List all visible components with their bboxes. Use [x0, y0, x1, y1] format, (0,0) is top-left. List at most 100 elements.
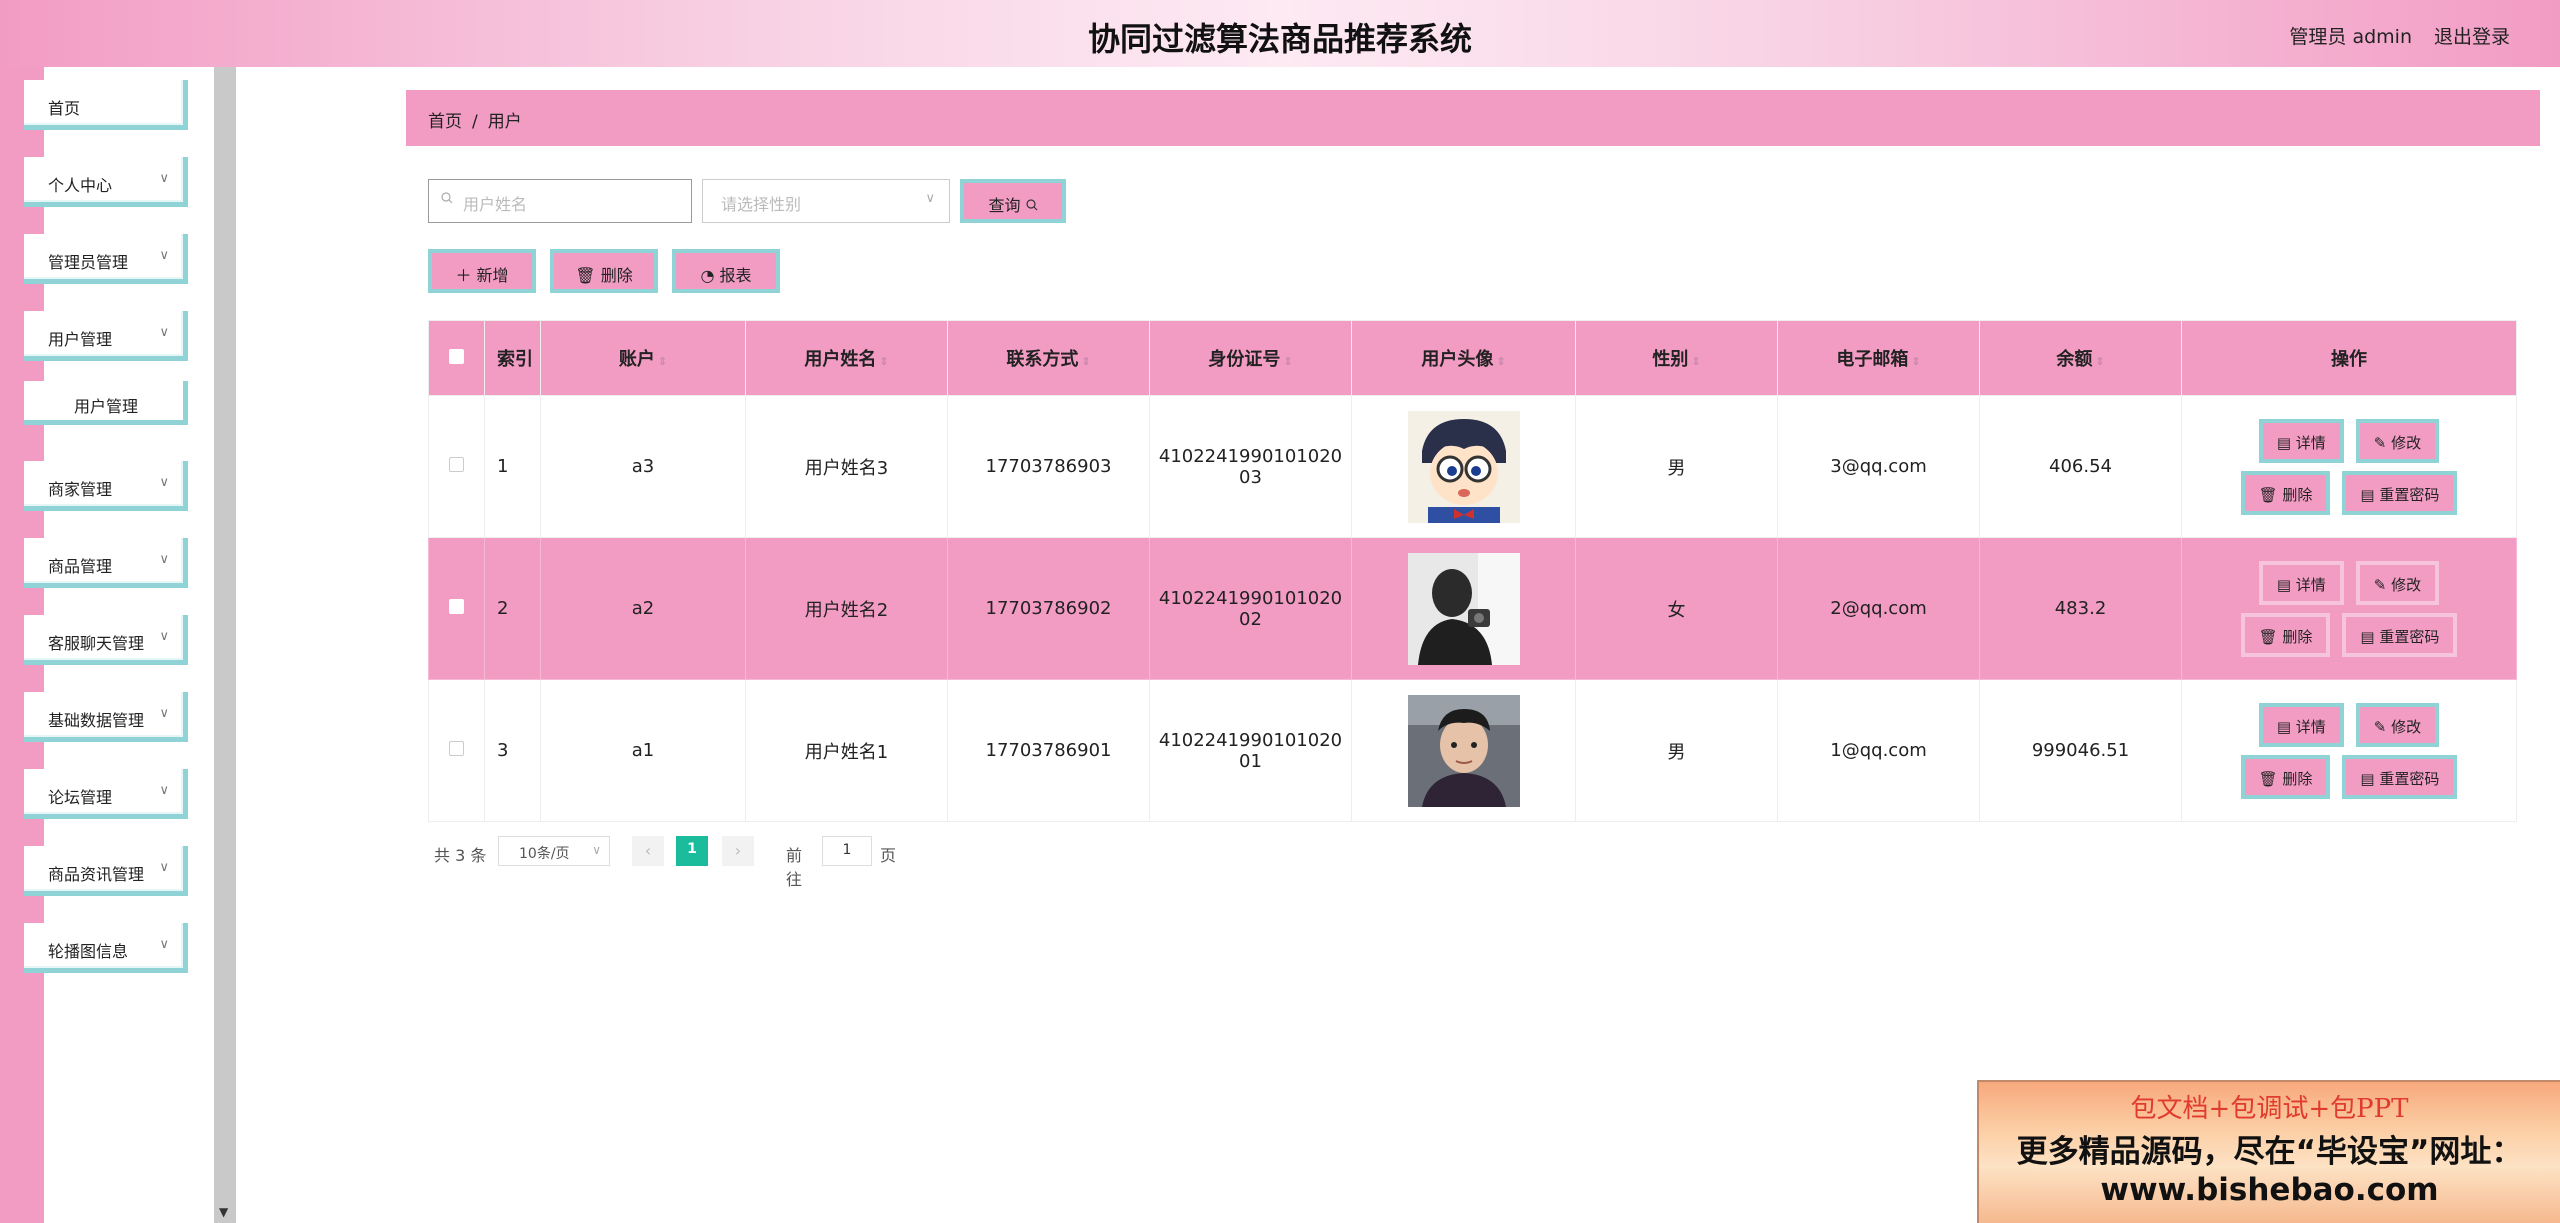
sidebar-item[interactable]: 用户管理 ∨: [24, 311, 188, 361]
sidebar-item[interactable]: 个人中心 ∨: [24, 157, 188, 207]
sort-icon[interactable]: ⇕: [1691, 355, 1700, 368]
reset-password-button[interactable]: ▤ 重置密码: [2342, 612, 2458, 657]
sidebar-scrollbar[interactable]: ▼: [214, 67, 236, 1223]
avatar-image[interactable]: [1352, 552, 1575, 665]
sidebar-item[interactable]: 客服聊天管理 ∨: [24, 615, 188, 665]
column-header-id[interactable]: 身份证号 ⇕: [1149, 320, 1352, 396]
chevron-left-icon: ‹: [644, 841, 652, 860]
next-page-button[interactable]: ›: [722, 836, 754, 866]
chevron-down-icon: ∨: [159, 937, 169, 952]
ad-banner[interactable]: 包文档+包调试+包PPT 更多精品源码，尽在“毕设宝”网址： www.bishe…: [1977, 1080, 2560, 1223]
column-header-balance[interactable]: 余额 ⇕: [1979, 320, 2182, 396]
edit-button[interactable]: ✎ 修改: [2355, 702, 2440, 747]
sidebar-item[interactable]: 商品资讯管理 ∨: [24, 846, 188, 896]
sidebar-item[interactable]: 管理员管理 ∨: [24, 234, 188, 284]
cell-gender: 男: [1575, 679, 1778, 822]
ad-url: www.bishebao.com: [2100, 1172, 2439, 1208]
sidebar-item[interactable]: 首页: [24, 80, 188, 130]
sidebar-item[interactable]: 基础数据管理 ∨: [24, 692, 188, 742]
goto-suffix-label: 页: [880, 846, 897, 865]
reset-password-button[interactable]: ▤ 重置密码: [2342, 470, 2458, 515]
document-icon: ▤: [2276, 433, 2296, 452]
query-button[interactable]: 查询: [960, 179, 1066, 223]
cell-name: 用户姓名2: [745, 537, 948, 680]
gender-select-placeholder: 请选择性别: [721, 195, 802, 214]
cell-email: 1@qq.com: [1777, 679, 1980, 822]
column-header-name[interactable]: 用户姓名 ⇕: [745, 320, 948, 396]
search-icon: [441, 192, 453, 208]
select-all-checkbox[interactable]: [428, 320, 485, 396]
ad-line-1: 包文档+包调试+包PPT: [2130, 1094, 2409, 1124]
sort-icon[interactable]: ⇕: [658, 355, 667, 368]
cell-actions: ▤ 详情 ✎ 修改 🗑 删除 ▤ 重置密码: [2181, 679, 2517, 822]
query-button-label: 查询: [988, 196, 1021, 215]
cell-account: a3: [540, 395, 746, 538]
sort-icon[interactable]: ⇕: [1911, 355, 1920, 368]
column-header-email[interactable]: 电子邮箱 ⇕: [1777, 320, 1980, 396]
sidebar-item[interactable]: 论坛管理 ∨: [24, 769, 188, 819]
edit-button-label: 修改: [2391, 575, 2422, 594]
chevron-down-icon: ∨: [159, 325, 169, 340]
sidebar-subitem-label: 用户管理: [74, 397, 139, 416]
column-header-account[interactable]: 账户 ⇕: [540, 320, 746, 396]
row-checkbox[interactable]: [428, 395, 485, 538]
delete-button[interactable]: 🗑 删除: [550, 249, 658, 293]
column-header-phone[interactable]: 联系方式 ⇕: [947, 320, 1150, 396]
report-button[interactable]: ◔ 报表: [672, 249, 780, 293]
sort-icon[interactable]: ⇕: [879, 355, 888, 368]
sidebar-item[interactable]: 商家管理 ∨: [24, 461, 188, 511]
ad-line-2: 更多精品源码，尽在“毕设宝”网址：: [2016, 1134, 2523, 1170]
sidebar-item[interactable]: 轮播图信息 ∨: [24, 923, 188, 973]
trash-icon: 🗑: [2258, 485, 2283, 504]
chevron-down-icon: ∨: [159, 171, 169, 186]
row-delete-button[interactable]: 🗑 删除: [2240, 612, 2331, 657]
row-delete-button-label: 删除: [2282, 627, 2313, 646]
column-header-gender[interactable]: 性别 ⇕: [1575, 320, 1778, 396]
gender-select[interactable]: 请选择性别 ∨: [702, 179, 950, 223]
cell-name: 用户姓名3: [745, 395, 948, 538]
sidebar-item-label: 商家管理: [48, 480, 113, 499]
detail-button[interactable]: ▤ 详情: [2258, 560, 2344, 605]
table-row: 3 a1 用户姓名1 17703786901 4102241990101020 01 男 1@…: [428, 679, 2517, 822]
column-header-avatar[interactable]: 用户头像 ⇕: [1351, 320, 1576, 396]
add-button[interactable]: ＋ 新增: [428, 249, 536, 293]
edit-button[interactable]: ✎ 修改: [2355, 418, 2440, 463]
column-header-email-label: 电子邮箱: [1836, 349, 1909, 370]
name-search-input[interactable]: 用户姓名: [428, 179, 692, 223]
current-user: 管理员 admin: [2289, 26, 2412, 48]
sort-icon[interactable]: ⇕: [1283, 355, 1292, 368]
detail-button[interactable]: ▤ 详情: [2258, 418, 2344, 463]
row-delete-button[interactable]: 🗑 删除: [2240, 754, 2331, 799]
name-search-placeholder: 用户姓名: [463, 195, 528, 214]
row-checkbox[interactable]: [428, 537, 485, 680]
prev-page-button[interactable]: ‹: [632, 836, 664, 866]
cell-actions: ▤ 详情 ✎ 修改 🗑 删除 ▤ 重置密码: [2181, 395, 2517, 538]
table-row: 2 a2 用户姓名2 17703786902 4102241990101020 02 女 2@…: [428, 537, 2517, 680]
sort-icon[interactable]: ⇕: [1496, 355, 1505, 368]
row-checkbox[interactable]: [428, 679, 485, 822]
goto-page-input[interactable]: 1: [822, 836, 872, 866]
logout-link[interactable]: 退出登录: [2434, 22, 2510, 49]
sidebar-subitem-user-management[interactable]: 用户管理: [24, 381, 188, 425]
sidebar-item-label: 商品资讯管理: [48, 865, 145, 884]
detail-button[interactable]: ▤ 详情: [2258, 702, 2344, 747]
header-bar: 协同过滤算法商品推荐系统 管理员 admin 退出登录: [0, 0, 2560, 67]
scroll-down-icon[interactable]: ▼: [219, 1205, 228, 1219]
sort-icon[interactable]: ⇕: [1081, 355, 1090, 368]
reset-password-button[interactable]: ▤ 重置密码: [2342, 754, 2458, 799]
page-size-select[interactable]: 10条/页 ∨: [498, 836, 610, 866]
avatar-image[interactable]: [1352, 410, 1575, 523]
detail-button-label: 详情: [2295, 575, 2326, 594]
breadcrumb-home[interactable]: 首页: [428, 112, 462, 132]
avatar-image[interactable]: [1352, 694, 1575, 807]
chevron-down-icon: ∨: [159, 552, 169, 567]
column-header-balance-label: 余额: [2056, 349, 2093, 370]
page-number-current[interactable]: 1: [676, 836, 708, 866]
sidebar-item[interactable]: 商品管理 ∨: [24, 538, 188, 588]
sort-icon[interactable]: ⇕: [2095, 355, 2104, 368]
edit-button[interactable]: ✎ 修改: [2355, 560, 2440, 605]
row-delete-button[interactable]: 🗑 删除: [2240, 470, 2331, 515]
cell-id-number: 4102241990101020 02: [1149, 537, 1352, 680]
cell-email: 3@qq.com: [1777, 395, 1980, 538]
cell-balance: 999046.51: [1979, 679, 2182, 822]
